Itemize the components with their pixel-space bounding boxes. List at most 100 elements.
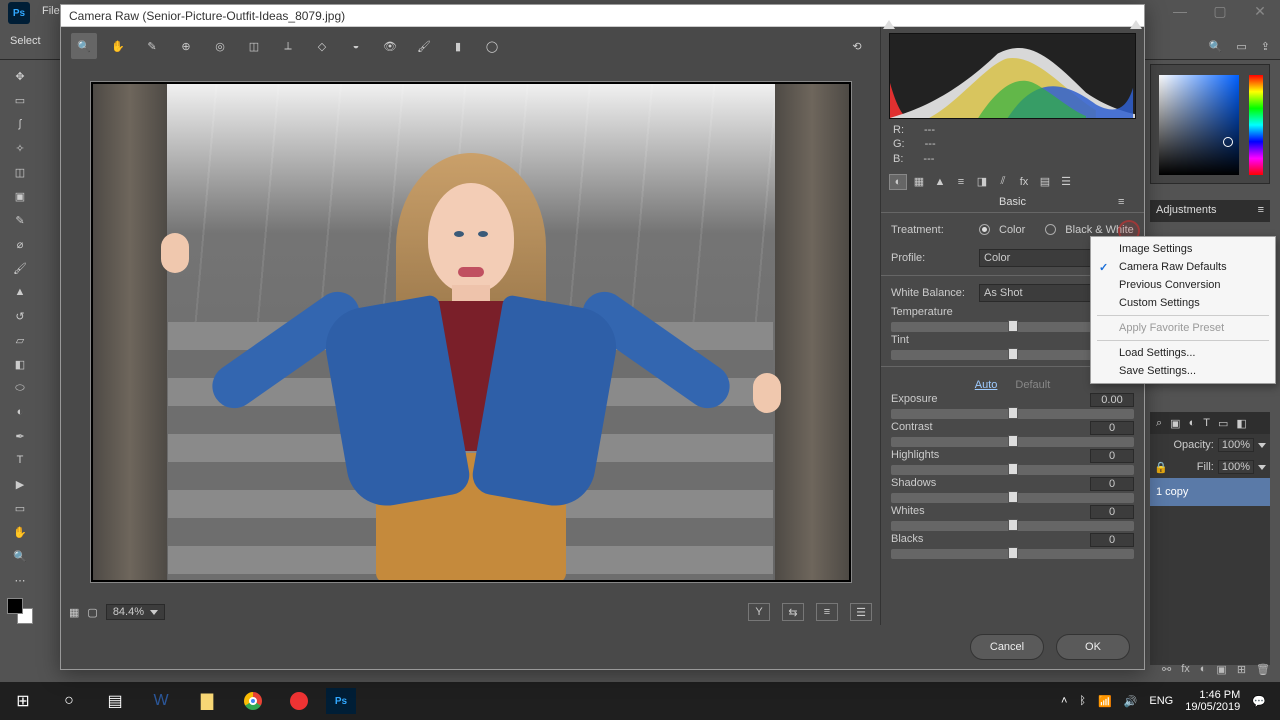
spot-removal-icon[interactable]: ◒	[343, 33, 369, 59]
clone-stamp-icon[interactable]: ▲	[8, 280, 32, 304]
color-field[interactable]	[1159, 75, 1239, 175]
treatment-color-radio[interactable]	[979, 224, 990, 235]
clock[interactable]: 1:46 PM 19/05/2019	[1185, 689, 1240, 713]
highlights-slider[interactable]	[891, 465, 1134, 475]
red-eye-icon[interactable]: 👁	[377, 33, 403, 59]
link-layers-icon[interactable]: ⚯	[1162, 663, 1171, 676]
color-sampler-icon[interactable]: ⊕	[173, 33, 199, 59]
blacks-slider[interactable]	[891, 549, 1134, 559]
shadows-slider[interactable]	[891, 493, 1134, 503]
menu-camera-raw-defaults[interactable]: Camera Raw Defaults	[1091, 258, 1275, 276]
bluetooth-icon[interactable]: ᛒ	[1079, 695, 1086, 707]
fill-value[interactable]: 100%	[1218, 460, 1254, 474]
notifications-icon[interactable]: 💬	[1252, 695, 1266, 708]
treatment-bw-radio[interactable]	[1045, 224, 1056, 235]
close-button[interactable]: ✕	[1240, 0, 1280, 22]
copy-settings-icon[interactable]: ≡	[816, 603, 838, 621]
mask-icon[interactable]: ◐	[1200, 663, 1207, 676]
blacks-value[interactable]: 0	[1090, 533, 1134, 547]
white-balance-tool-icon[interactable]: ✎	[139, 33, 165, 59]
frame-tool-icon[interactable]: ▣	[8, 184, 32, 208]
preview-canvas[interactable]	[91, 82, 851, 582]
cancel-button[interactable]: Cancel	[970, 634, 1044, 660]
new-layer-icon[interactable]: ⊞	[1237, 663, 1246, 676]
zoom-combo[interactable]: 84.4%	[106, 604, 165, 620]
zoom-tool-icon[interactable]: 🔍	[8, 544, 32, 568]
chevron-down-icon[interactable]	[1258, 443, 1266, 448]
new-group-icon[interactable]: ▣	[1216, 663, 1226, 676]
multi-view-icon[interactable]: ▦	[69, 606, 79, 619]
eraser-tool-icon[interactable]: ▱	[8, 328, 32, 352]
magic-wand-icon[interactable]: ✧	[8, 136, 32, 160]
photoshop-taskbar-icon[interactable]: Ps	[326, 688, 356, 714]
layer-filter-adjust-icon[interactable]: ◐	[1189, 417, 1196, 429]
color-picker-indicator[interactable]	[1223, 137, 1233, 147]
layer-filter-shape-icon[interactable]: ▭	[1218, 417, 1228, 430]
crop-tool-icon[interactable]: ◫	[8, 160, 32, 184]
shadows-value[interactable]: 0	[1090, 477, 1134, 491]
menu-image-settings[interactable]: Image Settings	[1091, 240, 1275, 258]
layer-filter-icon[interactable]: ⌕	[1156, 417, 1162, 430]
layer-filter-image-icon[interactable]: ▣	[1170, 417, 1180, 430]
rectangle-tool-icon[interactable]: ▭	[8, 496, 32, 520]
network-icon[interactable]: 📶	[1098, 695, 1112, 708]
highlight-clip-icon[interactable]	[1130, 20, 1142, 29]
panel-flyout-button[interactable]: ≡	[1118, 196, 1136, 210]
chrome-icon[interactable]	[230, 682, 276, 720]
tab-hsl-icon[interactable]: ≡	[952, 174, 970, 190]
trash-icon[interactable]: 🗑	[1256, 663, 1270, 676]
radial-filter-icon[interactable]: ◯	[479, 33, 505, 59]
single-view-icon[interactable]: ▢	[87, 606, 97, 619]
targeted-adjust-icon[interactable]: ◎	[207, 33, 233, 59]
highlights-value[interactable]: 0	[1090, 449, 1134, 463]
start-button[interactable]: ⊞	[0, 682, 46, 720]
transform-icon[interactable]: ◇	[309, 33, 335, 59]
search-icon[interactable]: 🔍	[1209, 40, 1223, 53]
tray-up-icon[interactable]: ˄	[1061, 695, 1067, 707]
menu-icon[interactable]: ☰	[850, 603, 872, 621]
share-icon[interactable]: ⇪	[1261, 40, 1270, 53]
tab-presets-icon[interactable]: ☰	[1057, 174, 1075, 190]
shadow-clip-icon[interactable]	[883, 20, 895, 29]
tab-calib-icon[interactable]: ▤	[1036, 174, 1054, 190]
whites-value[interactable]: 0	[1090, 505, 1134, 519]
tab-split-icon[interactable]: ◨	[973, 174, 991, 190]
foreground-swatch[interactable]	[7, 598, 23, 614]
task-view-icon[interactable]: ▤	[92, 682, 138, 720]
healing-brush-icon[interactable]: ⌀	[8, 232, 32, 256]
layer-filter-type-icon[interactable]: T	[1203, 417, 1210, 429]
file-explorer-icon[interactable]: ▇	[184, 682, 230, 720]
pen-tool-icon[interactable]: ✒	[8, 424, 32, 448]
zoom-tool-icon[interactable]: 🔍	[71, 33, 97, 59]
hand-tool-icon[interactable]: ✋	[8, 520, 32, 544]
marquee-tool-icon[interactable]: ▭	[8, 88, 32, 112]
chevron-down-icon[interactable]	[1258, 465, 1266, 470]
crop-tool-icon[interactable]: ◫	[241, 33, 267, 59]
menu-previous-conversion[interactable]: Previous Conversion	[1091, 276, 1275, 294]
tab-detail-icon[interactable]: ▲	[931, 174, 949, 190]
edit-toolbar-icon[interactable]: ⋯	[8, 568, 32, 592]
default-button[interactable]: Default	[1015, 379, 1050, 391]
eyedropper-icon[interactable]: ✎	[8, 208, 32, 232]
path-select-icon[interactable]: ▶	[8, 472, 32, 496]
tab-basic-icon[interactable]: ◐	[889, 174, 907, 190]
type-tool-icon[interactable]: T	[8, 448, 32, 472]
fx-icon[interactable]: fx	[1181, 663, 1190, 676]
exposure-slider[interactable]	[891, 409, 1134, 419]
hand-tool-icon[interactable]: ✋	[105, 33, 131, 59]
maximize-button[interactable]: ▢	[1200, 0, 1240, 22]
opacity-value[interactable]: 100%	[1218, 438, 1254, 452]
menu-custom-settings[interactable]: Custom Settings	[1091, 294, 1275, 312]
move-tool-icon[interactable]: ✥	[8, 64, 32, 88]
language-indicator[interactable]: ENG	[1149, 695, 1173, 707]
lasso-tool-icon[interactable]: ʃ	[8, 112, 32, 136]
tab-curve-icon[interactable]: ▦	[910, 174, 928, 190]
dodge-tool-icon[interactable]: ◐	[8, 400, 32, 424]
menu-load-settings[interactable]: Load Settings...	[1091, 344, 1275, 362]
contrast-value[interactable]: 0	[1090, 421, 1134, 435]
record-icon[interactable]	[276, 682, 322, 720]
menu-save-settings[interactable]: Save Settings...	[1091, 362, 1275, 380]
lock-icons[interactable]: 🔒	[1154, 461, 1168, 474]
cortana-icon[interactable]: ○	[46, 682, 92, 720]
tab-lens-icon[interactable]: ⫽	[994, 174, 1012, 190]
